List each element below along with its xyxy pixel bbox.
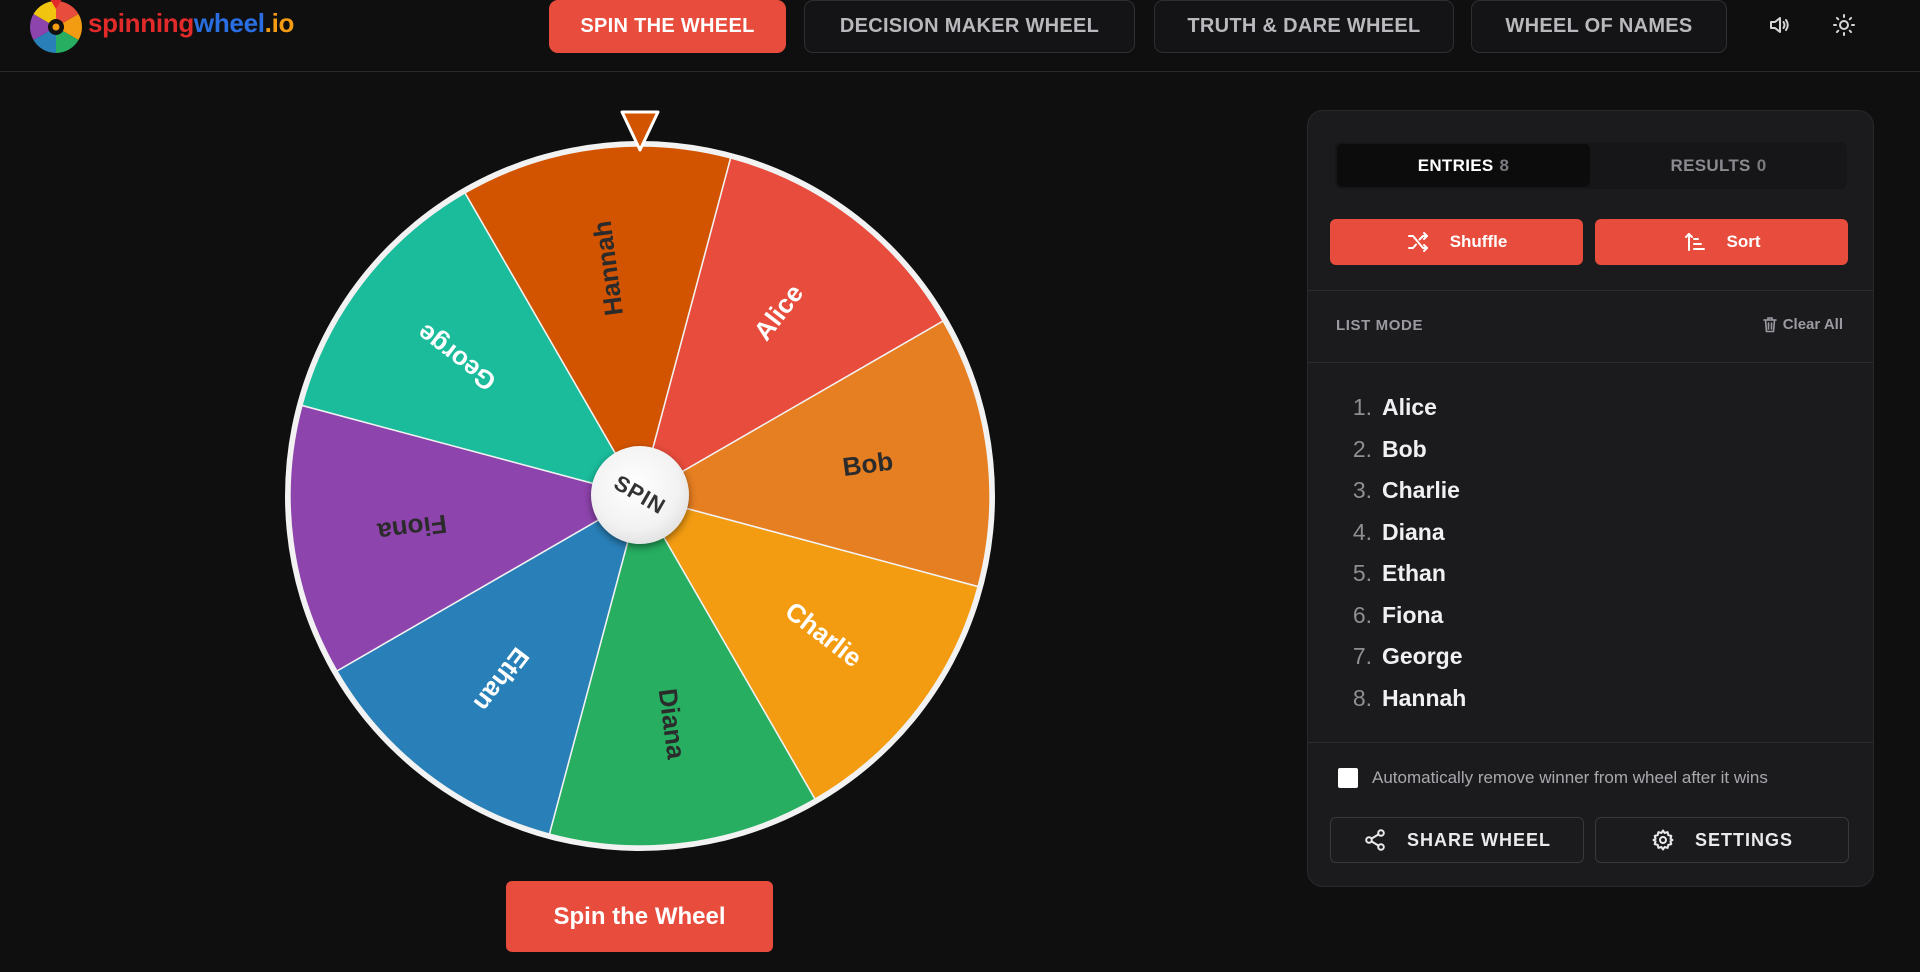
logo-text: spinningwheel.io xyxy=(88,8,294,39)
logo-text-part2: wheel xyxy=(193,7,265,38)
list-item-number: 4. xyxy=(1352,518,1372,545)
shuffle-button[interactable]: Shuffle xyxy=(1330,219,1583,265)
list-item-number: 6. xyxy=(1352,601,1372,628)
entries-list: 1. Alice 2. Bob 3. Charlie 4. Diana 5. Ethan … xyxy=(1336,387,1836,719)
gear-icon xyxy=(1652,829,1674,851)
settings-button[interactable]: SETTINGS xyxy=(1595,817,1849,863)
center-spin-button[interactable]: SPIN xyxy=(591,446,689,544)
top-nav: spinningwheel.io SPIN THE WHEEL DECISION… xyxy=(0,0,1920,72)
nav-truth-dare-wheel[interactable]: TRUTH & DARE WHEEL xyxy=(1154,0,1454,53)
sun-icon[interactable] xyxy=(1827,10,1861,40)
volume-icon[interactable] xyxy=(1762,10,1796,40)
logo-text-part3: .io xyxy=(264,7,295,38)
nav-decision-maker-wheel[interactable]: DECISION MAKER WHEEL xyxy=(804,0,1135,53)
list-item-name: Alice xyxy=(1382,394,1437,421)
list-item[interactable]: 3. Charlie xyxy=(1336,470,1836,512)
list-item[interactable]: 4. Diana xyxy=(1336,512,1836,554)
clear-all-label: Clear All xyxy=(1782,316,1843,333)
nav-wheel-of-names[interactable]: WHEEL OF NAMES xyxy=(1471,0,1727,53)
share-wheel-label: SHARE WHEEL xyxy=(1406,829,1551,850)
list-item-name: Charlie xyxy=(1382,477,1460,504)
sort-icon xyxy=(1684,233,1705,251)
list-item-number: 8. xyxy=(1352,684,1372,711)
list-item-number: 5. xyxy=(1352,560,1372,587)
list-item[interactable]: 5. Ethan xyxy=(1336,553,1836,595)
shuffle-label: Shuffle xyxy=(1449,232,1508,251)
clear-all-button[interactable]: Clear All xyxy=(1762,316,1843,333)
list-mode-label: LIST MODE xyxy=(1336,317,1424,334)
divider xyxy=(1308,742,1873,743)
auto-remove-checkbox[interactable] xyxy=(1338,768,1358,788)
list-item-name: Hannah xyxy=(1382,684,1467,711)
panel-tabs: ENTRIES 8 RESULTS 0 xyxy=(1335,142,1847,189)
logo[interactable]: spinningwheel.io xyxy=(28,0,294,56)
auto-remove-label: Automatically remove winner from wheel a… xyxy=(1372,768,1768,787)
trash-icon xyxy=(1762,317,1777,333)
logo-text-part1: spinning xyxy=(88,7,194,38)
list-item[interactable]: 6. Fiona xyxy=(1336,595,1836,637)
list-item-number: 7. xyxy=(1352,643,1372,670)
tab-results-count: 0 xyxy=(1756,155,1767,175)
divider xyxy=(1308,290,1873,291)
tab-results[interactable]: RESULTS 0 xyxy=(1592,144,1845,187)
auto-remove-row: Automatically remove winner from wheel a… xyxy=(1338,768,1768,788)
list-item-number: 2. xyxy=(1352,435,1372,462)
center-spin-label: SPIN xyxy=(610,469,671,520)
share-icon xyxy=(1365,829,1385,851)
list-item-name: Diana xyxy=(1382,518,1445,545)
wheel-pointer-icon xyxy=(620,110,660,152)
list-item[interactable]: 2. Bob xyxy=(1336,429,1836,471)
nav-spin-the-wheel[interactable]: SPIN THE WHEEL xyxy=(549,0,786,53)
spin-the-wheel-button[interactable]: Spin the Wheel xyxy=(506,881,773,952)
list-item-number: 3. xyxy=(1352,477,1372,504)
logo-wheel-icon xyxy=(28,0,84,55)
list-item-number: 1. xyxy=(1352,394,1372,421)
settings-label: SETTINGS xyxy=(1694,829,1793,850)
shuffle-icon xyxy=(1407,232,1428,252)
divider xyxy=(1308,362,1873,363)
sort-label: Sort xyxy=(1726,232,1761,251)
tab-entries[interactable]: ENTRIES 8 xyxy=(1337,144,1590,187)
list-item[interactable]: 7. George xyxy=(1336,636,1836,678)
sort-button[interactable]: Sort xyxy=(1595,219,1848,265)
tab-entries-count: 8 xyxy=(1499,155,1510,175)
list-item-name: George xyxy=(1382,643,1463,670)
entries-panel: ENTRIES 8 RESULTS 0 Shuffle Sort LIST MO… xyxy=(1307,110,1874,887)
share-wheel-button[interactable]: SHARE WHEEL xyxy=(1330,817,1584,863)
list-item[interactable]: 8. Hannah xyxy=(1336,678,1836,720)
tab-results-label: RESULTS xyxy=(1670,155,1751,175)
list-item-name: Bob xyxy=(1382,435,1427,462)
list-item-name: Fiona xyxy=(1382,601,1444,628)
list-item[interactable]: 1. Alice xyxy=(1336,387,1836,429)
tab-entries-label: ENTRIES xyxy=(1417,155,1494,175)
list-item-name: Ethan xyxy=(1382,560,1446,587)
